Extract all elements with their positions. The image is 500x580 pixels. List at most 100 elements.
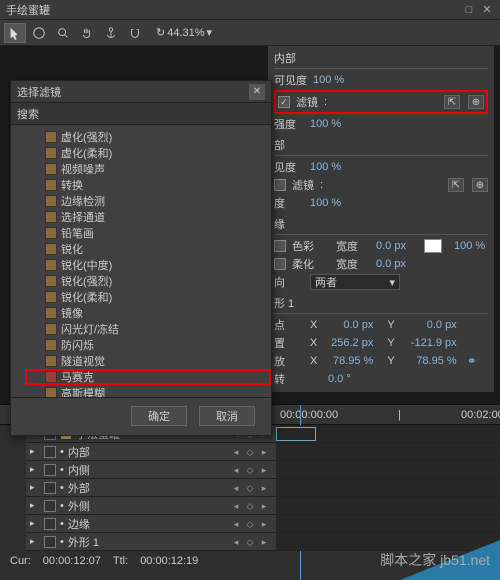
outer-filter-checkbox[interactable] — [274, 179, 286, 191]
layer-row[interactable]: ▸•内部◂◇▸ — [26, 443, 500, 461]
modal-close-icon[interactable]: ✕ — [249, 84, 265, 100]
maximize-icon[interactable]: □ — [462, 3, 476, 17]
layer-row[interactable]: ▸•外侧◂◇▸ — [26, 497, 500, 515]
color-swatch[interactable] — [424, 239, 442, 253]
key-icon[interactable]: ◇ — [244, 537, 256, 547]
twirl-icon[interactable]: ▸ — [30, 464, 40, 475]
filter-item[interactable]: 边缘检测 — [41, 193, 271, 209]
filter-item[interactable]: 锐化(中度) — [41, 257, 271, 273]
filter-item[interactable]: 马赛克 — [25, 369, 271, 385]
layer-checkbox[interactable] — [44, 482, 56, 494]
twirl-icon[interactable]: ▸ — [30, 518, 40, 529]
pos-y[interactable]: -121.9 px — [401, 337, 457, 349]
filter-settings-icon[interactable]: ⊕ — [468, 95, 484, 109]
twirl-icon[interactable]: ▸ — [30, 500, 40, 511]
layer-track[interactable] — [276, 479, 500, 496]
layer-checkbox[interactable] — [44, 536, 56, 548]
twirl-icon[interactable]: ▸ — [30, 482, 40, 493]
next-key-icon[interactable]: ▸ — [258, 465, 270, 475]
arrow-tool[interactable] — [4, 23, 26, 43]
outer-apply-icon[interactable]: ⇱ — [448, 178, 464, 192]
layer-row[interactable]: ▸•外部◂◇▸ — [26, 479, 500, 497]
key-icon[interactable]: ◇ — [244, 519, 256, 529]
prev-key-icon[interactable]: ◂ — [230, 519, 242, 529]
filter-checkbox[interactable]: ✓ — [278, 96, 290, 108]
key-icon[interactable]: ◇ — [244, 447, 256, 457]
filter-item[interactable]: 隧道视觉 — [41, 353, 271, 369]
twirl-icon[interactable]: ▸ — [30, 536, 40, 547]
visibility-value[interactable]: 100 % — [313, 74, 344, 86]
next-key-icon[interactable]: ▸ — [258, 447, 270, 457]
next-key-icon[interactable]: ▸ — [258, 519, 270, 529]
filter-item[interactable]: 高斯模糊 — [41, 385, 271, 397]
key-icon[interactable]: ◇ — [244, 465, 256, 475]
anchor-x[interactable]: 0.0 px — [323, 319, 373, 331]
layer-checkbox[interactable] — [44, 446, 56, 458]
layer-track[interactable] — [276, 497, 500, 514]
intensity-value[interactable]: 100 % — [310, 118, 341, 130]
filter-item[interactable]: 锐化(柔和) — [41, 289, 271, 305]
select-tool[interactable] — [28, 23, 50, 43]
soft-width-value[interactable]: 0.0 px — [376, 258, 406, 270]
layer-track[interactable] — [276, 443, 500, 460]
zoom-tool[interactable] — [52, 23, 74, 43]
layer-row[interactable]: ▸•边缘◂◇▸ — [26, 515, 500, 533]
rot-value[interactable]: 0.0 ° — [328, 373, 351, 385]
filter-item[interactable]: 选择通道 — [41, 209, 271, 225]
anchor-tool[interactable] — [100, 23, 122, 43]
scale-x[interactable]: 78.95 % — [323, 355, 373, 367]
layer-checkbox[interactable] — [44, 464, 56, 476]
layer-checkbox[interactable] — [44, 518, 56, 530]
color-checkbox[interactable] — [274, 240, 286, 252]
prev-key-icon[interactable]: ◂ — [230, 465, 242, 475]
layer-checkbox[interactable] — [44, 500, 56, 512]
snap-tool[interactable] — [124, 23, 146, 43]
filter-item[interactable]: 闪光灯/冻结 — [41, 321, 271, 337]
width-value[interactable]: 0.0 px — [376, 240, 406, 252]
filter-apply-icon[interactable]: ⇱ — [444, 95, 460, 109]
next-key-icon[interactable]: ▸ — [258, 483, 270, 493]
modal-header[interactable]: 选择滤镜 ✕ — [11, 81, 271, 103]
prev-key-icon[interactable]: ◂ — [230, 537, 242, 547]
zoom-value[interactable]: 44.31% — [167, 27, 204, 39]
prev-key-icon[interactable]: ◂ — [230, 447, 242, 457]
outer-settings-icon[interactable]: ⊕ — [472, 178, 488, 192]
key-icon[interactable]: ◇ — [244, 501, 256, 511]
zoom-control[interactable]: ↻ 44.31% ▾ — [156, 26, 212, 39]
filter-item[interactable]: 转换 — [41, 177, 271, 193]
twirl-icon[interactable]: ▸ — [30, 446, 40, 457]
pos-x[interactable]: 256.2 px — [323, 337, 373, 349]
direction-dropdown[interactable]: 两者▾ — [310, 274, 400, 290]
layer-track[interactable] — [276, 425, 500, 442]
soft-checkbox[interactable] — [274, 258, 286, 270]
filter-item[interactable]: 防闪烁 — [41, 337, 271, 353]
anchor-y[interactable]: 0.0 px — [401, 319, 457, 331]
outer-intensity-value[interactable]: 100 % — [310, 197, 341, 209]
next-key-icon[interactable]: ▸ — [258, 501, 270, 511]
prev-key-icon[interactable]: ◂ — [230, 501, 242, 511]
hand-tool[interactable] — [76, 23, 98, 43]
filter-item[interactable]: 镜像 — [41, 305, 271, 321]
next-key-icon[interactable]: ▸ — [258, 537, 270, 547]
opacity-value[interactable]: 100 % — [454, 240, 485, 252]
cancel-button[interactable]: 取消 — [199, 406, 255, 426]
filter-item[interactable]: 视频噪声 — [41, 161, 271, 177]
scale-y[interactable]: 78.95 % — [401, 355, 457, 367]
outer-vis-value[interactable]: 100 % — [310, 161, 341, 173]
chevron-down-icon[interactable]: ▾ — [207, 26, 213, 39]
filter-item[interactable]: 锐化 — [41, 241, 271, 257]
layer-track[interactable] — [276, 461, 500, 478]
layer-track[interactable] — [276, 515, 500, 532]
clip-bar[interactable] — [276, 427, 316, 441]
prev-key-icon[interactable]: ◂ — [230, 483, 242, 493]
ok-button[interactable]: 确定 — [131, 406, 187, 426]
refresh-icon[interactable]: ↻ — [156, 26, 165, 39]
layer-row[interactable]: ▸•内侧◂◇▸ — [26, 461, 500, 479]
filter-item[interactable]: 虚化(强烈) — [41, 129, 271, 145]
link-icon[interactable]: ⚭ — [467, 354, 477, 368]
filter-item[interactable]: 虚化(柔和) — [41, 145, 271, 161]
filter-item[interactable]: 铅笔画 — [41, 225, 271, 241]
close-icon[interactable]: ✕ — [480, 3, 494, 17]
key-icon[interactable]: ◇ — [244, 483, 256, 493]
filter-list[interactable]: 虚化(强烈)虚化(柔和)视频噪声转换边缘检测选择通道铅笔画锐化锐化(中度) 锐化(… — [11, 125, 271, 397]
